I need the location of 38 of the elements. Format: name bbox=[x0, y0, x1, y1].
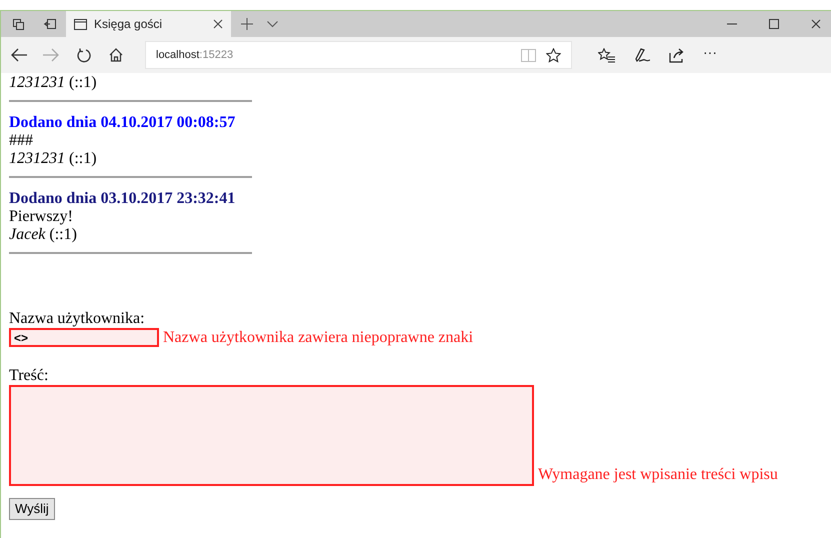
close-icon[interactable] bbox=[811, 19, 821, 29]
new-tab-icon[interactable] bbox=[241, 18, 253, 30]
entry-author: Jacek bbox=[9, 226, 46, 244]
refresh-icon[interactable] bbox=[77, 48, 91, 62]
error-message: Nazwa użytkownika zawiera niepoprawne znaki bbox=[163, 328, 474, 346]
tab-preview-icon[interactable] bbox=[13, 18, 24, 30]
back-icon[interactable] bbox=[11, 48, 27, 62]
tab-title: Księga gości bbox=[94, 16, 162, 33]
entry-ip: (::1) bbox=[69, 150, 97, 168]
entry-author: 1231231 bbox=[9, 150, 65, 168]
favorites-icon[interactable] bbox=[598, 48, 615, 62]
entry-message: ### bbox=[9, 132, 33, 150]
entry-author: 1231231 bbox=[9, 74, 65, 92]
entry-header: Dodano dnia 04.10.2017 00:08:57 bbox=[9, 114, 236, 132]
field-label: Nazwa użytkownika: bbox=[9, 310, 145, 328]
submit-button[interactable]: Wyślij bbox=[9, 498, 55, 520]
entry-ip: (::1) bbox=[49, 226, 77, 244]
pen-icon[interactable] bbox=[634, 48, 650, 62]
username-field[interactable]: <> bbox=[9, 328, 159, 347]
star-icon[interactable] bbox=[546, 48, 561, 62]
entry-ip: (::1) bbox=[69, 74, 97, 92]
url-host: localhost bbox=[156, 48, 200, 63]
share-icon[interactable] bbox=[669, 48, 685, 62]
home-icon[interactable] bbox=[109, 48, 123, 62]
address-bar[interactable]: localhost:15223 bbox=[145, 41, 572, 69]
page-icon bbox=[74, 18, 87, 30]
error-message: Wymagane jest wpisanie treści wpisu bbox=[538, 466, 778, 485]
tab-aside-icon[interactable] bbox=[44, 19, 56, 29]
field-label: Treść: bbox=[9, 367, 48, 385]
minimize-icon[interactable] bbox=[727, 23, 737, 25]
maximize-icon[interactable] bbox=[769, 19, 779, 29]
close-icon[interactable] bbox=[213, 19, 223, 29]
chevron-down-icon[interactable] bbox=[267, 20, 278, 28]
browser-tab[interactable]: Księga gości bbox=[66, 11, 231, 37]
entry-message: Pierwszy! bbox=[9, 208, 73, 226]
more-icon[interactable]: ··· bbox=[703, 45, 717, 65]
entry-header: Dodano dnia 03.10.2017 23:32:41 bbox=[9, 190, 236, 208]
url-port: :15223 bbox=[199, 48, 234, 63]
